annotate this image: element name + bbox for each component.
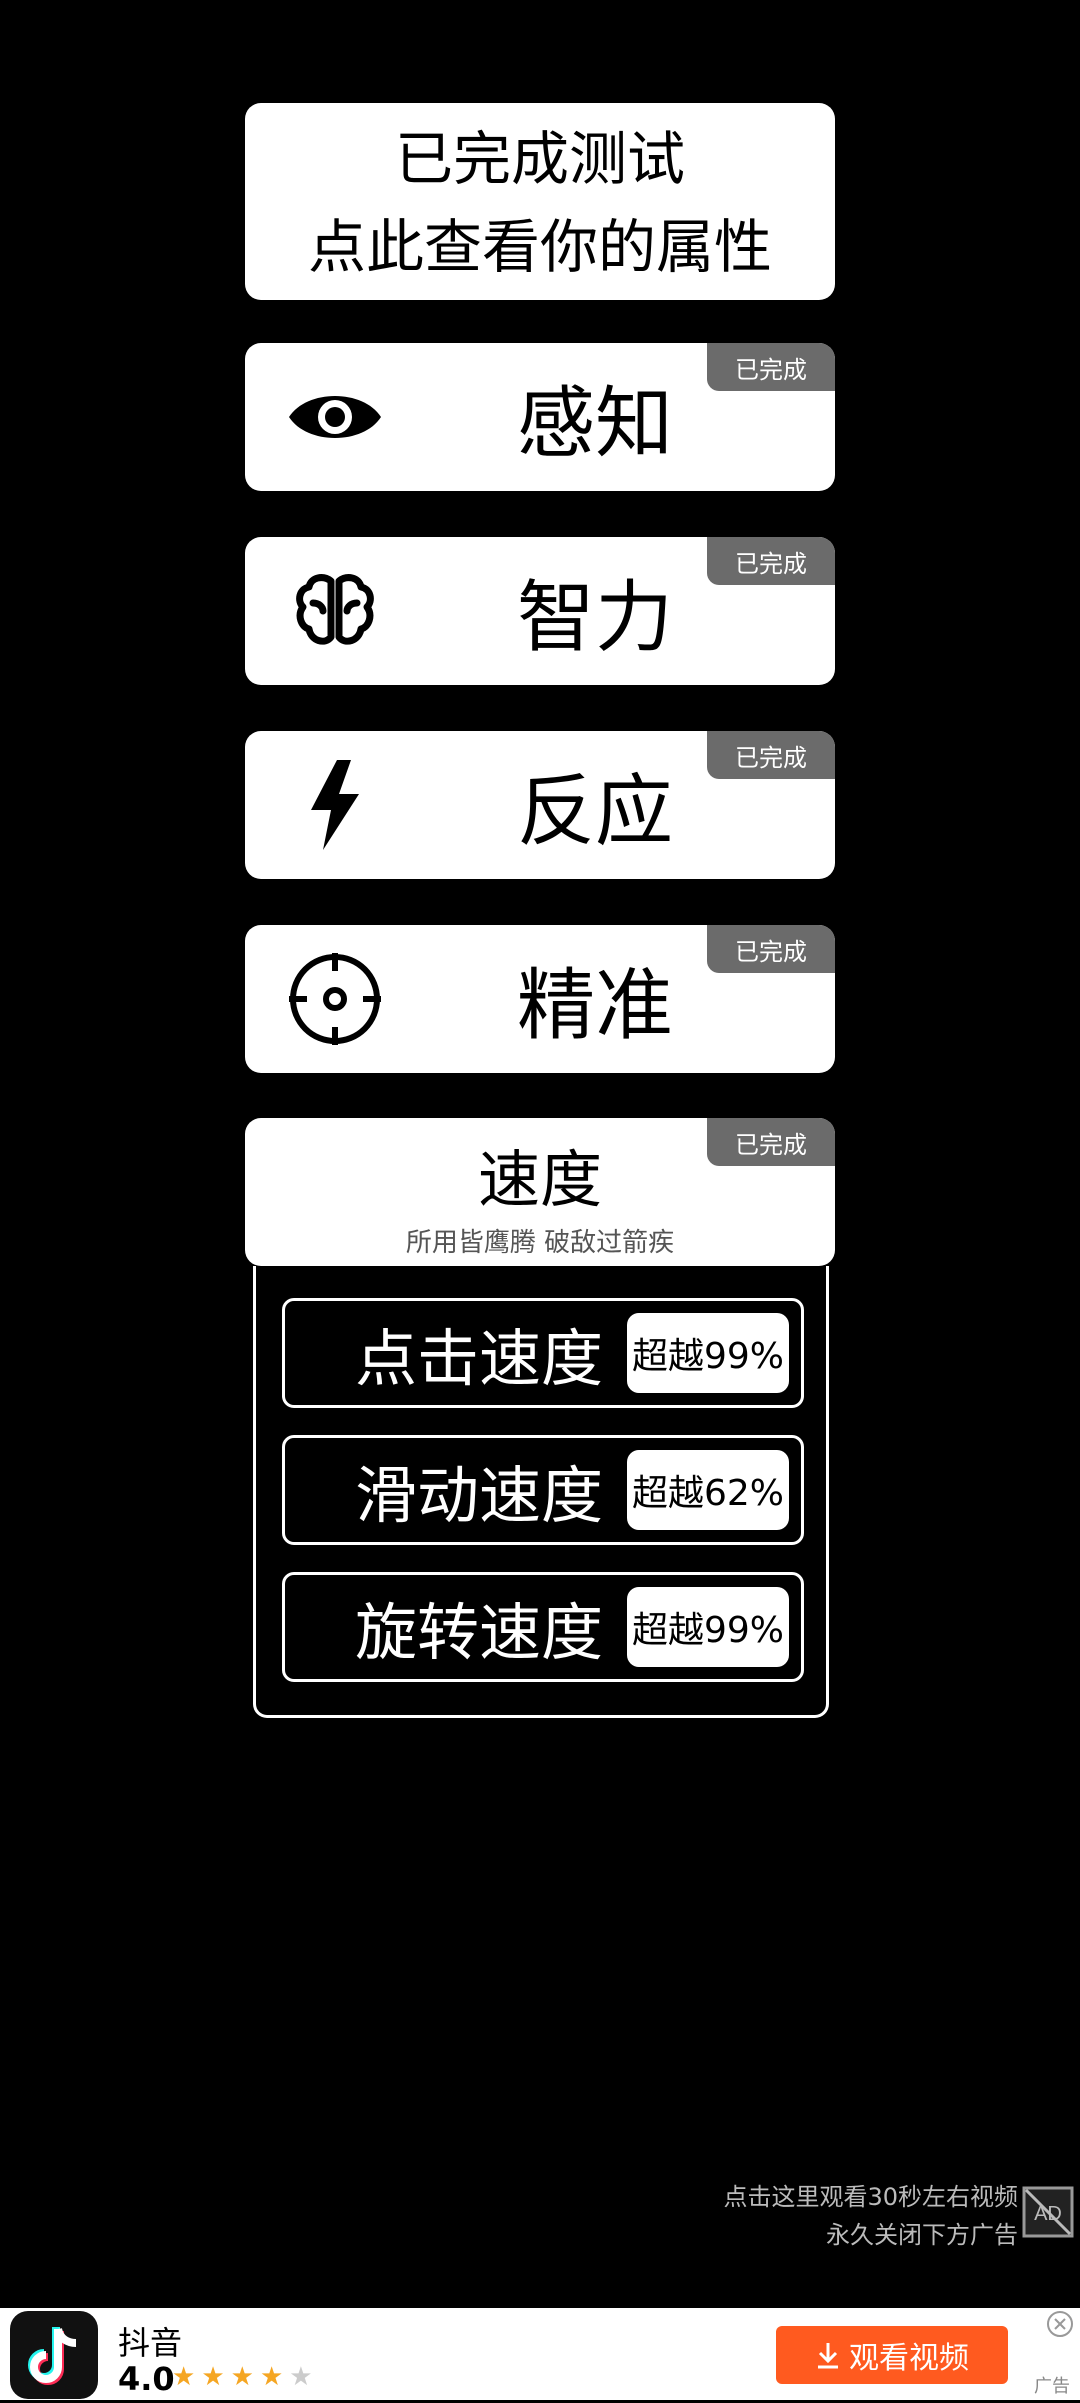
category-speed[interactable]: 速度 所用皆鹰腾 破敌过箭疾 已完成 xyxy=(245,1118,835,1266)
speed-row-rotate: 旋转速度 超越99% xyxy=(282,1572,804,1682)
view-attributes-card[interactable]: 已完成测试 点此查看你的属性 xyxy=(245,103,835,300)
speed-row-label: 滑动速度 xyxy=(355,1459,604,1532)
category-intelligence[interactable]: 智力 已完成 xyxy=(245,537,835,685)
watch-video-button[interactable]: 观看视频 xyxy=(776,2326,1008,2384)
completed-badge: 已完成 xyxy=(707,925,835,973)
watch-video-label: 观看视频 xyxy=(849,2341,969,2376)
rating-stars: ★★★★★ xyxy=(172,2362,319,2392)
star-icon: ★ xyxy=(289,2362,319,2392)
speed-row-label: 旋转速度 xyxy=(355,1596,604,1669)
speed-row-tap: 点击速度 超越99% xyxy=(282,1298,804,1408)
ad-app-rating: 4.0 xyxy=(118,2360,175,2398)
speed-details-panel: 点击速度 超越99% 滑动速度 超越62% 旋转速度 超越99% xyxy=(253,1266,829,1718)
completed-badge: 已完成 xyxy=(707,343,835,391)
speed-row-value: 超越99% xyxy=(627,1587,789,1667)
star-icon: ★ xyxy=(172,2362,202,2392)
category-precision[interactable]: 精准 已完成 xyxy=(245,925,835,1073)
category-perception[interactable]: 感知 已完成 xyxy=(245,343,835,491)
star-icon: ★ xyxy=(201,2362,231,2392)
completed-badge: 已完成 xyxy=(707,731,835,779)
completed-badge: 已完成 xyxy=(707,537,835,585)
ad-app-name: 抖音 xyxy=(118,2324,183,2362)
tiktok-logo-icon[interactable] xyxy=(10,2311,98,2399)
remove-ad-line2: 永久关闭下方广告 xyxy=(826,2221,1018,2249)
test-complete-title: 已完成测试 xyxy=(394,125,685,193)
remove-ad-link[interactable]: 点击这里观看30秒左右视频 永久关闭下方广告 xyxy=(723,2178,1018,2254)
close-ad-icon[interactable] xyxy=(1046,2310,1074,2338)
category-reaction[interactable]: 反应 已完成 xyxy=(245,731,835,879)
star-icon: ★ xyxy=(259,2362,290,2392)
speed-row-label: 点击速度 xyxy=(355,1322,604,1395)
ad-label: 广告 xyxy=(1034,2376,1070,2397)
speed-row-value: 超越99% xyxy=(627,1313,789,1393)
speed-row-value: 超越62% xyxy=(627,1450,789,1530)
no-ad-icon[interactable]: AD xyxy=(1022,2186,1074,2238)
completed-badge: 已完成 xyxy=(707,1118,835,1166)
view-attributes-text: 点此查看你的属性 xyxy=(307,213,772,281)
download-icon xyxy=(818,2343,838,2369)
speed-row-swipe: 滑动速度 超越62% xyxy=(282,1435,804,1545)
remove-ad-line1: 点击这里观看30秒左右视频 xyxy=(723,2183,1018,2211)
speed-subtitle: 所用皆鹰腾 破敌过箭疾 xyxy=(405,1228,675,1258)
star-icon: ★ xyxy=(230,2362,260,2392)
